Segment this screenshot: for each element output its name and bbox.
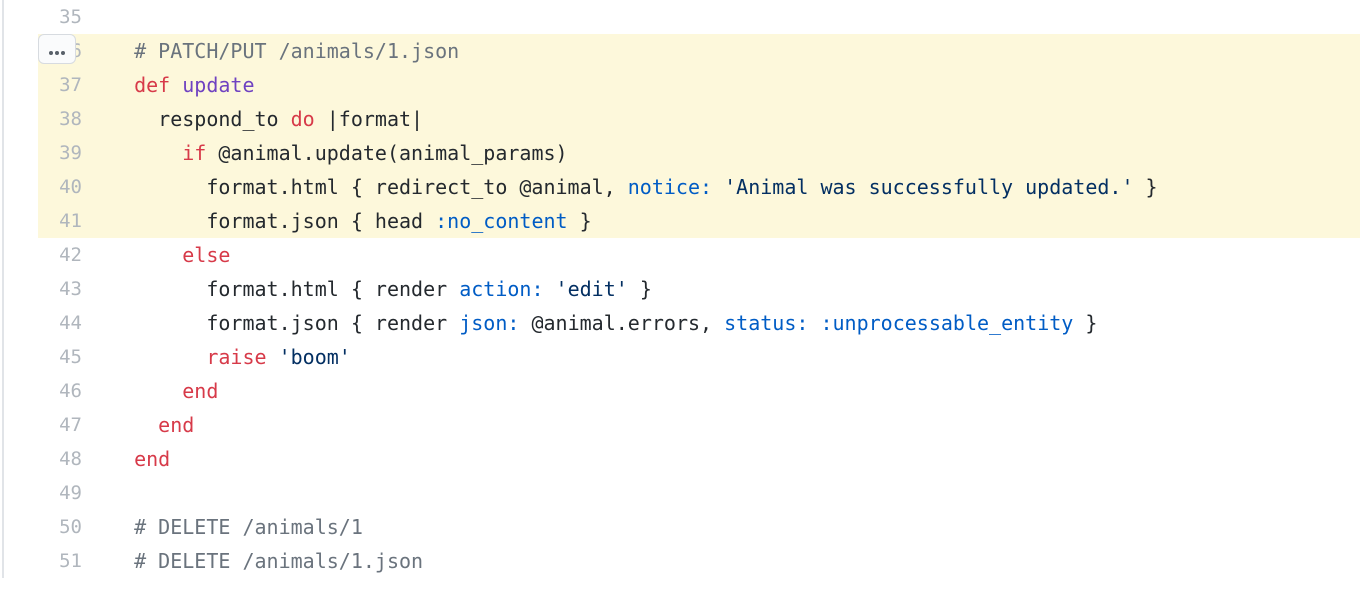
token-sym: :unprocessable_entity — [820, 311, 1073, 335]
token-plain — [544, 277, 556, 301]
code-line[interactable]: 46 end — [38, 374, 1360, 408]
code-content: # PATCH/PUT /animals/1.json — [110, 34, 1360, 68]
code-content: else — [110, 238, 1360, 272]
code-line[interactable]: 42 else — [38, 238, 1360, 272]
line-number[interactable]: 44 — [38, 306, 110, 340]
code-line[interactable]: 40 format.html { redirect_to @animal, no… — [38, 170, 1360, 204]
line-number[interactable]: 39 — [38, 136, 110, 170]
code-line[interactable]: 45 raise 'boom' — [38, 340, 1360, 374]
code-line[interactable]: 35 — [38, 0, 1360, 34]
line-number[interactable]: 40 — [38, 170, 110, 204]
line-number[interactable]: 45 — [38, 340, 110, 374]
token-sym: notice: — [628, 175, 712, 199]
code-line[interactable]: 43 format.html { render action: 'edit' } — [38, 272, 1360, 306]
token-plain: respond_to — [158, 107, 290, 131]
code-line[interactable]: 41 format.json { head :no_content } — [38, 204, 1360, 238]
token-kw: else — [182, 243, 230, 267]
code-content: format.json { render json: @animal.error… — [110, 306, 1360, 340]
token-plain: format.html { render — [206, 277, 459, 301]
ellipsis-icon — [48, 37, 66, 61]
token-plain — [712, 175, 724, 199]
token-plain: } — [568, 209, 592, 233]
line-number[interactable]: 51 — [38, 544, 110, 578]
code-content: # DELETE /animals/1.json — [110, 544, 1360, 578]
code-content: end — [110, 374, 1360, 408]
token-plain — [808, 311, 820, 335]
line-number[interactable]: 35 — [38, 0, 110, 34]
token-plain: } — [628, 277, 652, 301]
line-number[interactable]: 48 — [38, 442, 110, 476]
code-content: format.html { redirect_to @animal, notic… — [110, 170, 1360, 204]
code-content: end — [110, 408, 1360, 442]
token-kw: end — [182, 379, 218, 403]
token-plain: } — [1073, 311, 1097, 335]
line-number[interactable]: 47 — [38, 408, 110, 442]
code-content: end — [110, 442, 1360, 476]
token-str: 'boom' — [279, 345, 351, 369]
token-kw: end — [134, 447, 170, 471]
token-def: update — [182, 73, 254, 97]
token-kw: if — [182, 141, 206, 165]
line-number[interactable]: 49 — [38, 476, 110, 510]
code-line[interactable]: 38 respond_to do |format| — [38, 102, 1360, 136]
code-content: respond_to do |format| — [110, 102, 1360, 136]
code-line[interactable]: 36 # PATCH/PUT /animals/1.json — [38, 34, 1360, 68]
code-line[interactable]: 48 end — [38, 442, 1360, 476]
token-kw: def — [134, 73, 182, 97]
token-kw: end — [158, 413, 194, 437]
token-plain: @animal.errors, — [519, 311, 724, 335]
code-line[interactable]: 47 end — [38, 408, 1360, 442]
token-plain: @animal.update(animal_params) — [206, 141, 567, 165]
token-comment: # DELETE /animals/1.json — [134, 549, 423, 573]
code-line[interactable]: 44 format.json { render json: @animal.er… — [38, 306, 1360, 340]
token-str: 'Animal was successfully updated.' — [724, 175, 1133, 199]
line-number[interactable]: 46 — [38, 374, 110, 408]
code-content: format.html { render action: 'edit' } — [110, 272, 1360, 306]
token-plain: |format| — [315, 107, 423, 131]
token-plain: format.json { head — [206, 209, 435, 233]
token-kw: do — [291, 107, 315, 131]
token-raise: raise — [206, 345, 266, 369]
code-line[interactable]: 49 — [38, 476, 1360, 510]
more-actions-button[interactable] — [38, 34, 76, 64]
token-str: 'edit' — [556, 277, 628, 301]
code-line[interactable]: 50 # DELETE /animals/1 — [38, 510, 1360, 544]
line-number[interactable]: 38 — [38, 102, 110, 136]
token-sym: :no_content — [435, 209, 567, 233]
token-plain: format.html { redirect_to @animal, — [206, 175, 627, 199]
line-number[interactable]: 50 — [38, 510, 110, 544]
code-content: if @animal.update(animal_params) — [110, 136, 1360, 170]
token-sym: json: — [459, 311, 519, 335]
code-content: # DELETE /animals/1 — [110, 510, 1360, 544]
line-number[interactable]: 41 — [38, 204, 110, 238]
token-plain — [267, 345, 279, 369]
token-plain: } — [1134, 175, 1158, 199]
code-view: 3536 # PATCH/PUT /animals/1.json37 def u… — [2, 0, 1360, 578]
code-content: def update — [110, 68, 1360, 102]
code-line[interactable]: 39 if @animal.update(animal_params) — [38, 136, 1360, 170]
code-line[interactable]: 37 def update — [38, 68, 1360, 102]
token-comment: # DELETE /animals/1 — [134, 515, 363, 539]
token-sym: status: — [724, 311, 808, 335]
code-content: raise 'boom' — [110, 340, 1360, 374]
token-comment: # PATCH/PUT /animals/1.json — [134, 39, 459, 63]
token-plain: format.json { render — [206, 311, 459, 335]
line-number[interactable]: 43 — [38, 272, 110, 306]
line-number[interactable]: 37 — [38, 68, 110, 102]
code-content: format.json { head :no_content } — [110, 204, 1360, 238]
token-sym: action: — [459, 277, 543, 301]
line-number[interactable]: 42 — [38, 238, 110, 272]
code-line[interactable]: 51 # DELETE /animals/1.json — [38, 544, 1360, 578]
